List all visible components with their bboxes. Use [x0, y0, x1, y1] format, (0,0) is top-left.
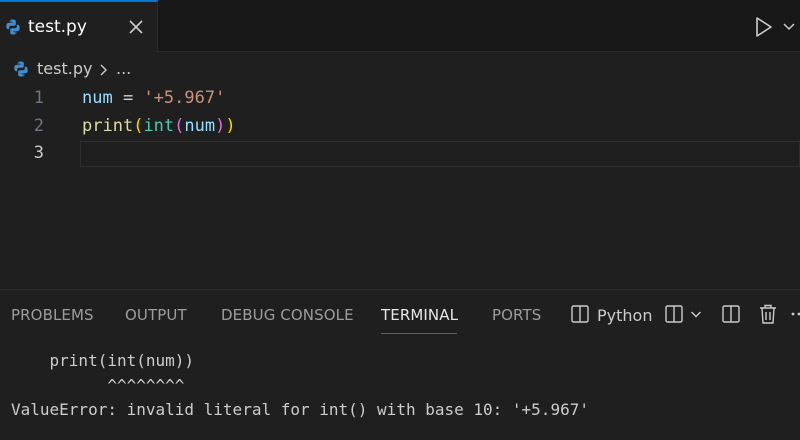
token-bracket: ) [225, 116, 236, 136]
terminal-name[interactable]: Python [597, 306, 652, 325]
active-tab-indicator [381, 333, 457, 334]
terminal-line: ^^^^^^^^ [11, 376, 185, 395]
python-icon [14, 61, 28, 77]
token-operator: = [112, 88, 144, 108]
token-function: print [82, 116, 134, 136]
bottom-panel: PROBLEMS OUTPUT DEBUG CONSOLE TERMINAL P… [0, 289, 800, 440]
tab-test-py[interactable]: test.py [0, 0, 158, 52]
tab-debug-console[interactable]: DEBUG CONSOLE [221, 306, 354, 324]
token-bracket: ( [174, 116, 185, 136]
code-line-active[interactable]: 3 [0, 141, 800, 169]
breadcrumb-ellipsis[interactable]: ... [116, 59, 131, 78]
terminal-icon[interactable] [570, 304, 590, 324]
tab-problems[interactable]: PROBLEMS [11, 306, 94, 324]
token-builtin: int [143, 116, 175, 136]
breadcrumb: test.py ... [0, 56, 800, 84]
code-line[interactable]: 1 num = '+5.967' [0, 86, 800, 114]
tab-terminal[interactable]: TERMINAL [381, 306, 458, 324]
current-line-highlight [80, 141, 800, 167]
token-bracket: ) [215, 116, 226, 136]
line-number: 1 [33, 88, 44, 108]
editor-tab-bar: test.py [0, 0, 800, 52]
play-icon[interactable] [754, 16, 774, 38]
breadcrumb-file[interactable]: test.py [37, 59, 92, 78]
trash-icon[interactable] [758, 303, 778, 325]
tab-output[interactable]: OUTPUT [125, 306, 187, 324]
tab-label: test.py [28, 17, 87, 37]
close-icon[interactable] [126, 17, 146, 37]
line-number: 3 [33, 143, 44, 163]
more-icon[interactable] [790, 304, 800, 324]
token-string: '+5.967' [143, 88, 226, 108]
code-text: num = '+5.967' [82, 88, 225, 108]
code-text: print(int(num)) [82, 116, 236, 136]
token-variable: num [184, 116, 216, 136]
split-terminal-icon[interactable] [664, 304, 684, 324]
token-bracket: ( [133, 116, 144, 136]
layout-icon[interactable] [721, 304, 741, 324]
code-editor[interactable]: 1 num = '+5.967' 2 print(int(num)) 3 [0, 86, 800, 286]
tab-ports[interactable]: PORTS [492, 306, 541, 324]
token-variable: num [82, 88, 113, 108]
line-number: 2 [33, 116, 44, 136]
terminal-line: print(int(num)) [11, 351, 195, 370]
chevron-down-icon[interactable] [690, 310, 702, 319]
terminal-line: ValueError: invalid literal for int() wi… [11, 400, 589, 419]
chevron-down-icon[interactable] [782, 22, 796, 32]
chevron-right-icon [100, 64, 107, 76]
code-line[interactable]: 2 print(int(num)) [0, 114, 800, 142]
python-icon [6, 19, 20, 35]
